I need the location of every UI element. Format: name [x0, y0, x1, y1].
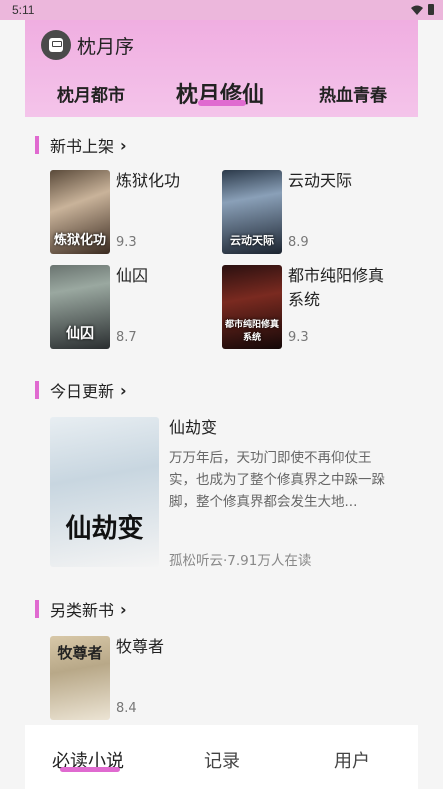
- book-title[interactable]: 云动天际: [288, 169, 352, 193]
- book-cover[interactable]: 炼狱化功: [50, 170, 110, 254]
- active-nav-indicator: [60, 767, 120, 772]
- chevron-right-icon: ›: [120, 599, 127, 619]
- book-score: 9.3: [116, 235, 137, 250]
- section-today-header[interactable]: 今日更新 ›: [35, 380, 127, 401]
- book-score: 8.4: [116, 701, 137, 716]
- book-cover[interactable]: 都市纯阳修真系统: [222, 265, 282, 349]
- section-other-header[interactable]: 另类新书 ›: [35, 599, 127, 620]
- book-description: 万万年后，天功门即使不再仰仗王实，也成为了整个修真界之中跺一跺脚，整个修真界都会…: [169, 450, 385, 510]
- book-cover[interactable]: 牧尊者: [50, 636, 110, 720]
- section-marker: [35, 136, 39, 154]
- book-score: 8.9: [288, 235, 309, 250]
- book-cover[interactable]: 仙劫变: [50, 417, 159, 567]
- book-title[interactable]: 都市纯阳修真系统: [288, 264, 398, 312]
- book-title[interactable]: 仙劫变: [169, 416, 217, 440]
- book-title[interactable]: 牧尊者: [116, 635, 164, 659]
- app-header: 枕月序 枕月都市 枕月修仙 热血青春: [25, 20, 418, 117]
- book-cover[interactable]: 仙囚: [50, 265, 110, 349]
- battery-icon: [428, 4, 434, 15]
- book-cover[interactable]: 云动天际: [222, 170, 282, 254]
- book-score: 9.3: [288, 330, 309, 345]
- section-title: 另类新书: [50, 601, 115, 620]
- wifi-icon: [411, 5, 423, 15]
- section-title: 新书上架: [50, 137, 115, 156]
- section-marker: [35, 381, 39, 399]
- chevron-right-icon: ›: [120, 135, 127, 155]
- status-bar: 5:11: [0, 0, 443, 20]
- app-title: 枕月序: [77, 36, 135, 58]
- tab-city[interactable]: 枕月都市: [57, 81, 125, 106]
- book-title[interactable]: 仙囚: [116, 264, 148, 288]
- book-title[interactable]: 炼狱化功: [116, 169, 180, 193]
- book-score: 8.7: [116, 330, 137, 345]
- nav-history[interactable]: 记录: [204, 747, 240, 773]
- nav-user[interactable]: 用户: [334, 747, 370, 773]
- section-new-books-header[interactable]: 新书上架 ›: [35, 135, 127, 156]
- chevron-right-icon: ›: [120, 380, 127, 400]
- bottom-nav: 必读小说 记录 用户: [25, 725, 418, 789]
- status-time: 5:11: [12, 3, 35, 17]
- app-logo-icon: [41, 30, 71, 60]
- active-tab-indicator: [198, 100, 246, 106]
- tab-youth[interactable]: 热血青春: [319, 81, 387, 106]
- section-title: 今日更新: [50, 382, 115, 401]
- section-marker: [35, 600, 39, 618]
- book-author-readers: 孤松听云·7.91万人在读: [169, 553, 312, 569]
